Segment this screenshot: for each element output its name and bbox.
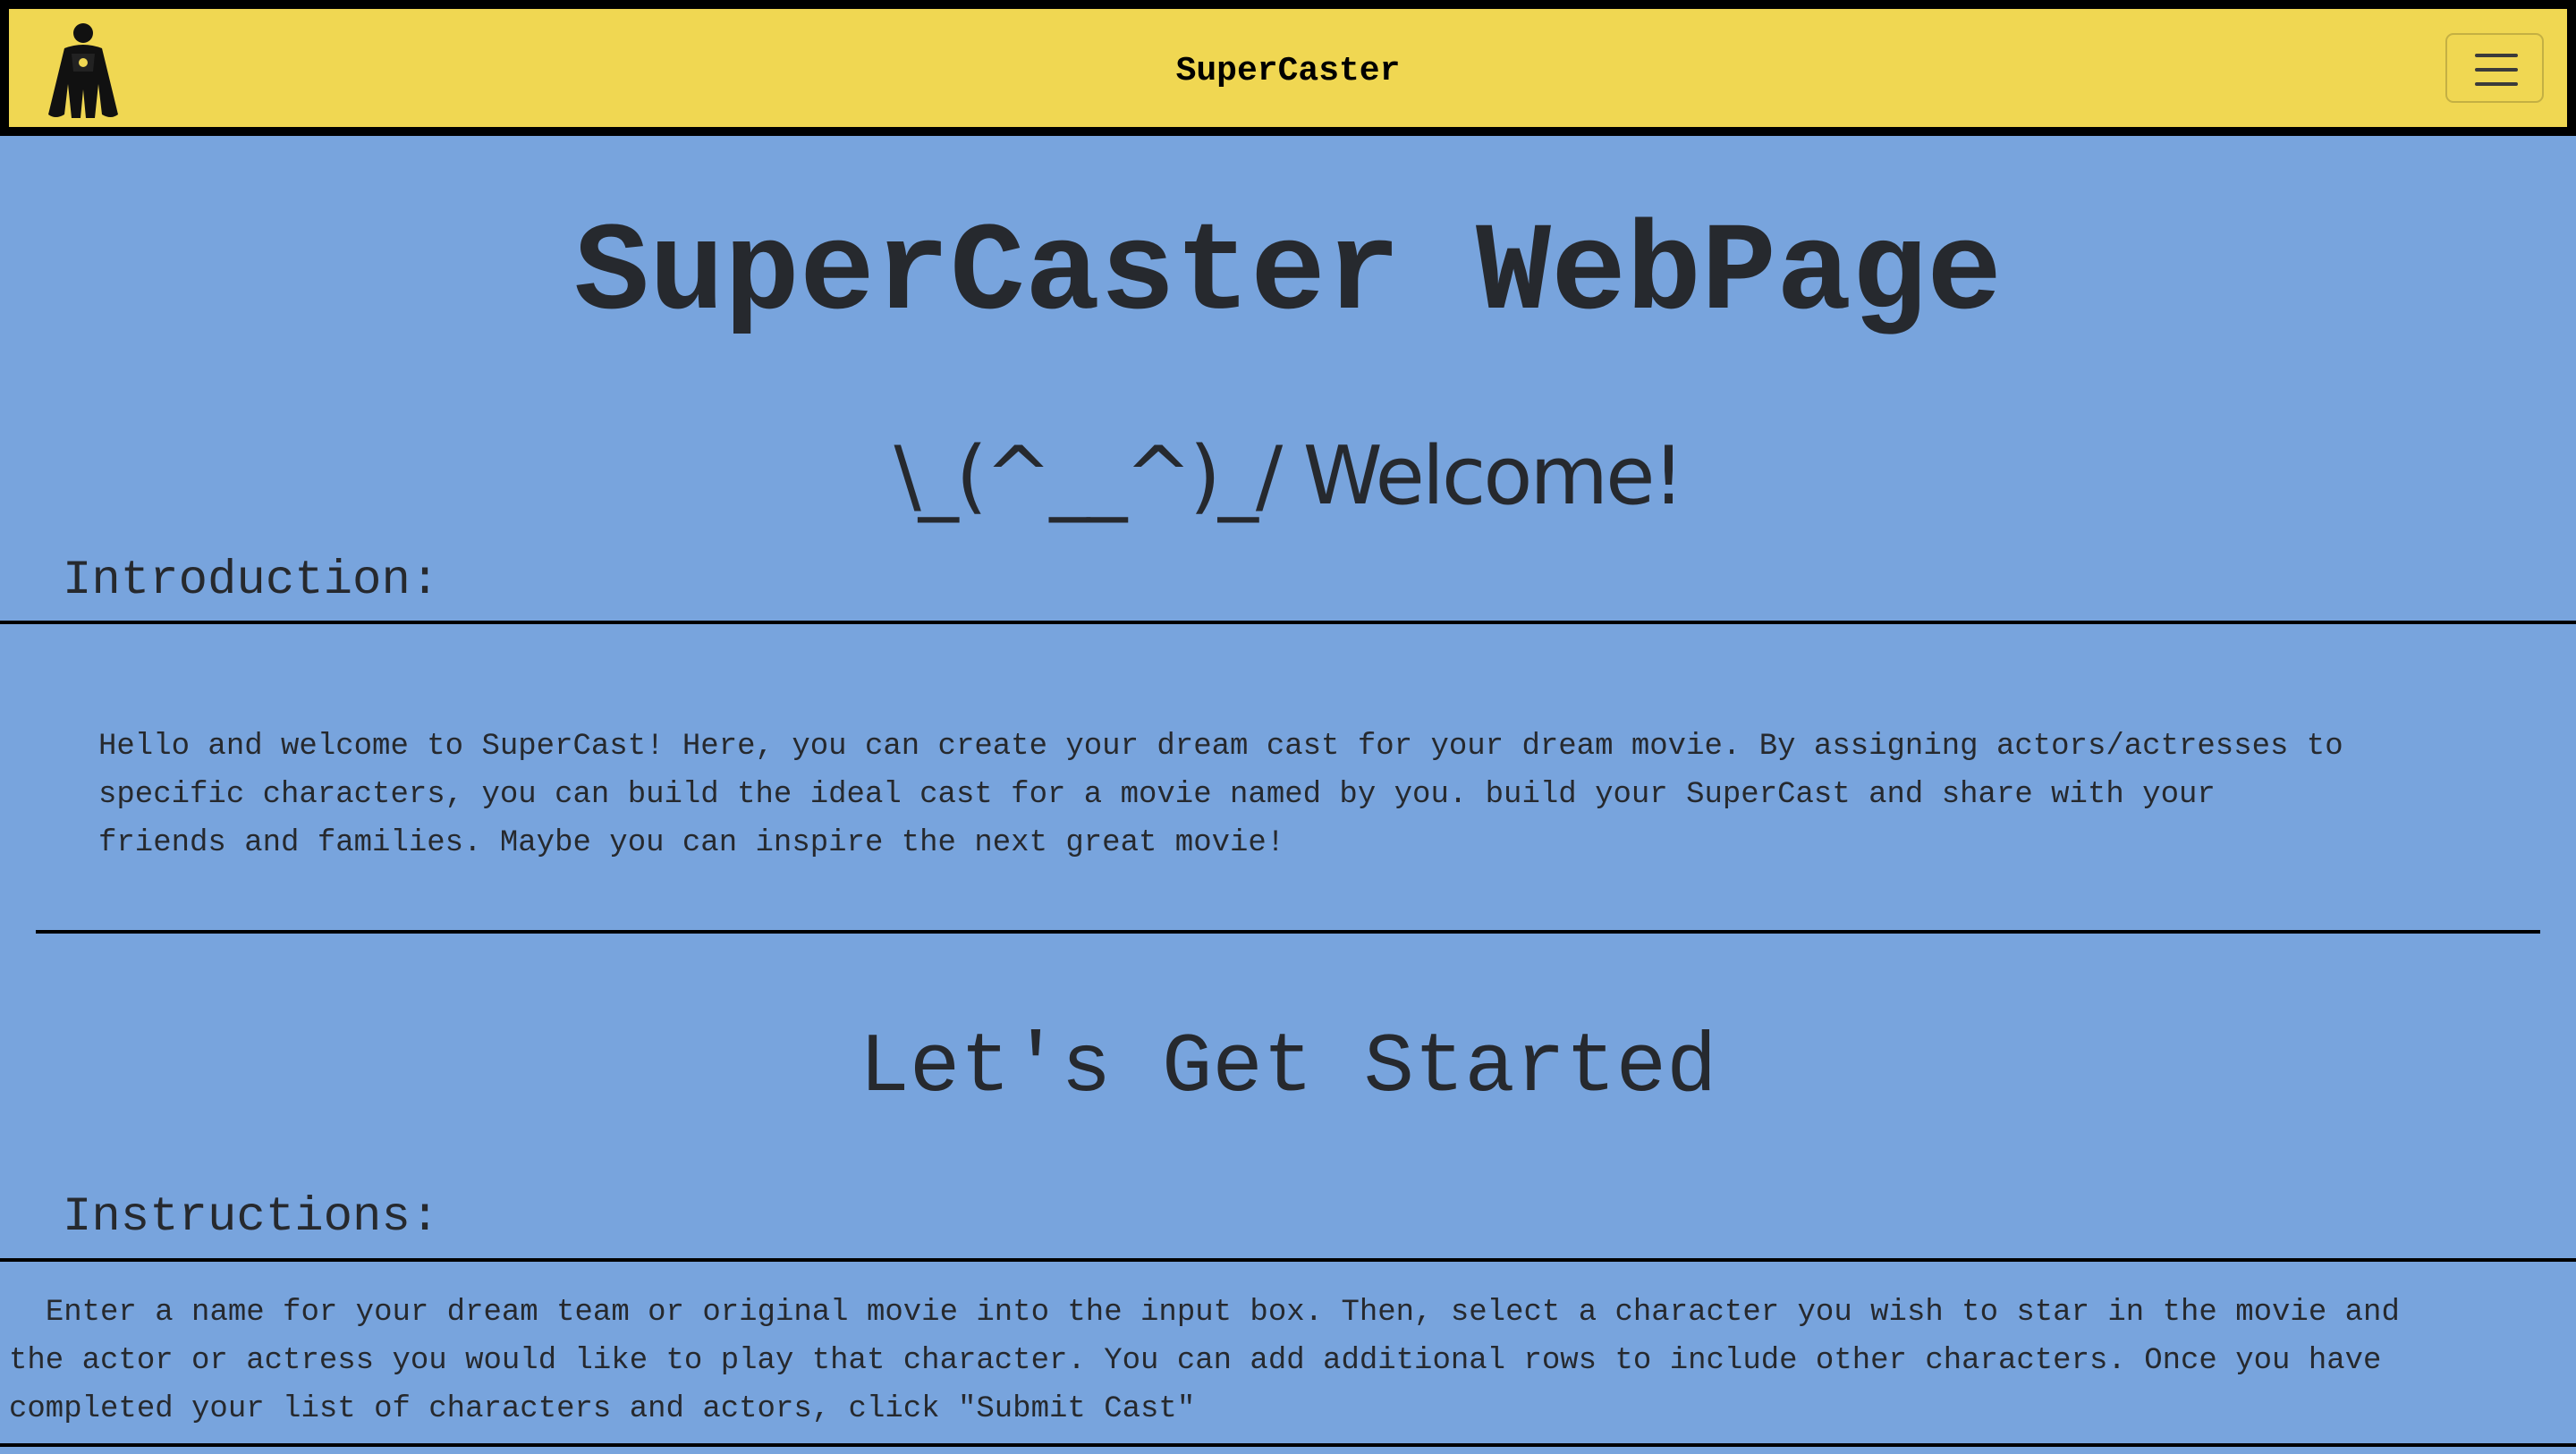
instructions-line: completed your list of characters and ac… xyxy=(9,1392,1196,1426)
hamburger-menu-button[interactable] xyxy=(2445,33,2544,103)
welcome-text: \_(^__^)_/ Welcome! xyxy=(894,429,1684,523)
get-started-heading: Let's Get Started xyxy=(859,1021,1717,1116)
introduction-paragraph: Hello and welcome to SuperCast! Here, yo… xyxy=(98,723,2513,867)
instructions-paragraph: Enter a name for your dream team or orig… xyxy=(9,1289,2576,1433)
introduction-line: friends and families. Maybe you can insp… xyxy=(98,826,1285,860)
introduction-heading: Introduction: xyxy=(63,554,440,608)
navbar: SuperCaster xyxy=(0,0,2576,136)
instructions-bottom-divider xyxy=(0,1443,2576,1447)
hamburger-line xyxy=(2475,82,2518,86)
instructions-divider xyxy=(0,1258,2576,1262)
introduction-divider xyxy=(0,621,2576,624)
introduction-line: specific characters, you can build the i… xyxy=(98,778,2216,812)
instructions-line: Enter a name for your dream team or orig… xyxy=(9,1296,2400,1330)
instructions-line: the actor or actress you would like to p… xyxy=(9,1344,2382,1378)
hamburger-line xyxy=(2475,68,2518,72)
introduction-line: Hello and welcome to SuperCast! Here, yo… xyxy=(98,730,2343,764)
instructions-heading: Instructions: xyxy=(63,1190,440,1245)
section-divider xyxy=(36,930,2540,934)
hamburger-menu-icon xyxy=(2475,54,2518,57)
page-title: SuperCaster WebPage xyxy=(573,204,2003,346)
navbar-brand[interactable]: SuperCaster xyxy=(9,52,2567,90)
